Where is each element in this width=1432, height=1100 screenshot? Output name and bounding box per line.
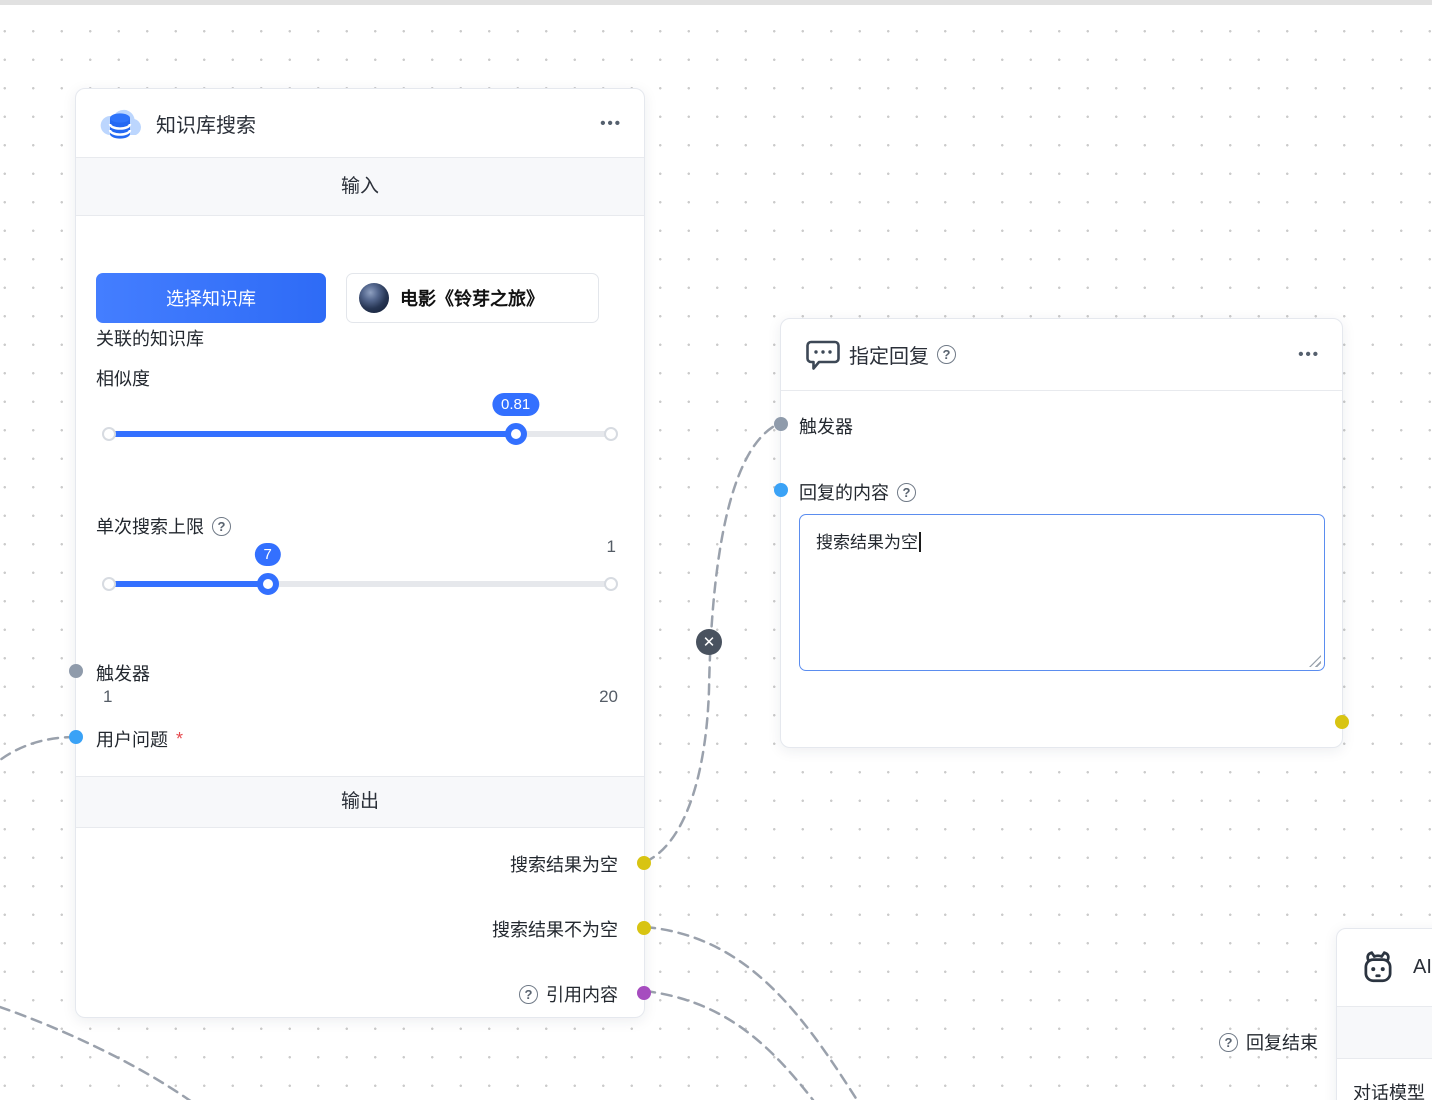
- kb-chip-avatar: [359, 283, 389, 313]
- reply-content-label: 回复的内容: [799, 483, 889, 503]
- similarity-label: 相似度: [96, 369, 150, 389]
- kb-trigger-port[interactable]: [69, 664, 83, 678]
- similarity-slider-max-endpoint: [604, 427, 618, 441]
- kb-node-header[interactable]: 知识库搜索 •••: [76, 89, 644, 157]
- reply-node-help-icon[interactable]: [937, 345, 956, 364]
- reply-content-row: 回复的内容: [799, 479, 916, 505]
- output-not-empty-port[interactable]: [637, 921, 651, 935]
- kb-question-label: 用户问题: [96, 730, 168, 750]
- output-empty-label: 搜索结果为空: [510, 855, 618, 875]
- ai-node-title: AI: [1413, 955, 1432, 978]
- kb-node-title: 知识库搜索: [156, 114, 256, 137]
- reply-node[interactable]: 指定回复 ••• 触发器 回复的内容 搜索结果为空 回复结束: [774, 318, 1349, 1053]
- output-row-not-empty: 搜索结果不为空: [492, 916, 618, 942]
- ai-node-header[interactable]: AI: [1337, 929, 1432, 1005]
- similarity-value-badge: 0.81: [492, 393, 540, 416]
- ai-model-label: 对话模型: [1353, 1083, 1425, 1100]
- output-not-empty-label: 搜索结果不为空: [492, 920, 618, 940]
- search-limit-min-label: 1: [103, 687, 113, 706]
- search-limit-label: 单次搜索上限: [96, 517, 204, 537]
- quote-help-icon[interactable]: [519, 984, 538, 1004]
- reply-node-title: 指定回复: [849, 346, 929, 368]
- output-quote-port[interactable]: [637, 986, 651, 1000]
- reply-node-header[interactable]: 指定回复 •••: [781, 319, 1342, 391]
- search-limit-max-label: 20: [599, 687, 618, 706]
- search-limit-max-endpoint: [604, 577, 618, 591]
- chat-bubble-icon: [803, 337, 841, 373]
- search-limit-min-endpoint: [102, 577, 116, 591]
- output-row-quote: 引用内容: [519, 981, 618, 1007]
- ai-chat-node[interactable]: AI 对话模型: [1336, 928, 1432, 1100]
- reply-finish-help-icon[interactable]: [1219, 1032, 1238, 1052]
- reply-trigger-port[interactable]: [774, 417, 788, 431]
- reply-content-port[interactable]: [774, 483, 788, 497]
- search-limit-slider[interactable]: 7: [102, 543, 618, 595]
- reply-finish-row: 回复结束: [1219, 1029, 1318, 1055]
- kb-input-section-header: 输入: [76, 157, 644, 216]
- kb-output-section-header: 输出: [76, 776, 644, 828]
- edge-delete-button[interactable]: [696, 629, 722, 655]
- wire-notempty-down: [643, 925, 859, 1100]
- reply-trigger-label: 触发器: [799, 417, 853, 437]
- similarity-slider-thumb[interactable]: [504, 423, 527, 445]
- robot-icon: [1359, 948, 1397, 986]
- kb-trigger-row: 触发器: [96, 660, 150, 686]
- output-quote-label: 引用内容: [546, 985, 618, 1005]
- reply-finish-label: 回复结束: [1246, 1033, 1318, 1053]
- reply-trigger-row: 触发器: [799, 413, 853, 439]
- output-row-empty: 搜索结果为空: [510, 851, 618, 877]
- similarity-slider-min-endpoint: [102, 427, 116, 441]
- similarity-slider-fill: [109, 431, 516, 437]
- search-limit-help-icon[interactable]: [212, 516, 231, 536]
- search-limit-slider-fill: [109, 581, 268, 587]
- knowledge-base-icon: [98, 103, 142, 143]
- textarea-resize-handle[interactable]: [1309, 655, 1321, 667]
- reply-node-menu-icon[interactable]: •••: [1298, 346, 1320, 363]
- kb-field-label: 关联的知识库: [96, 329, 204, 349]
- reply-content-textarea[interactable]: 搜索结果为空: [799, 514, 1325, 671]
- wire-bottom-left: [0, 1005, 192, 1100]
- similarity-slider[interactable]: 0.81: [102, 393, 618, 445]
- search-limit-value-badge: 7: [254, 543, 281, 566]
- kb-chip[interactable]: 电影《铃芽之旅》: [346, 273, 599, 323]
- reply-content-help-icon[interactable]: [897, 482, 916, 502]
- kb-question-port[interactable]: [69, 730, 83, 744]
- kb-node-menu-icon[interactable]: •••: [600, 115, 622, 132]
- kb-trigger-label: 触发器: [96, 664, 150, 684]
- similarity-max-label: 1: [606, 537, 616, 556]
- reply-finish-port[interactable]: [1335, 715, 1349, 729]
- search-limit-slider-thumb[interactable]: [256, 573, 279, 595]
- wire-quote-down: [643, 989, 815, 1100]
- kb-question-row: 用户问题 *: [96, 726, 183, 752]
- reply-content-value: 搜索结果为空: [816, 533, 918, 552]
- select-kb-button[interactable]: 选择知识库: [96, 273, 326, 323]
- canvas-top-bar: [0, 0, 1432, 5]
- ai-input-section-header: [1337, 1006, 1432, 1059]
- kb-search-node[interactable]: 知识库搜索 ••• 输入 关联的知识库 选择知识库 电影《铃芽之旅》 相似度 0…: [69, 88, 651, 1018]
- wire-user-question: [0, 735, 77, 762]
- kb-chip-label: 电影《铃芽之旅》: [400, 289, 544, 309]
- required-mark: *: [176, 728, 184, 749]
- text-caret: [919, 532, 921, 552]
- output-empty-port[interactable]: [637, 856, 651, 870]
